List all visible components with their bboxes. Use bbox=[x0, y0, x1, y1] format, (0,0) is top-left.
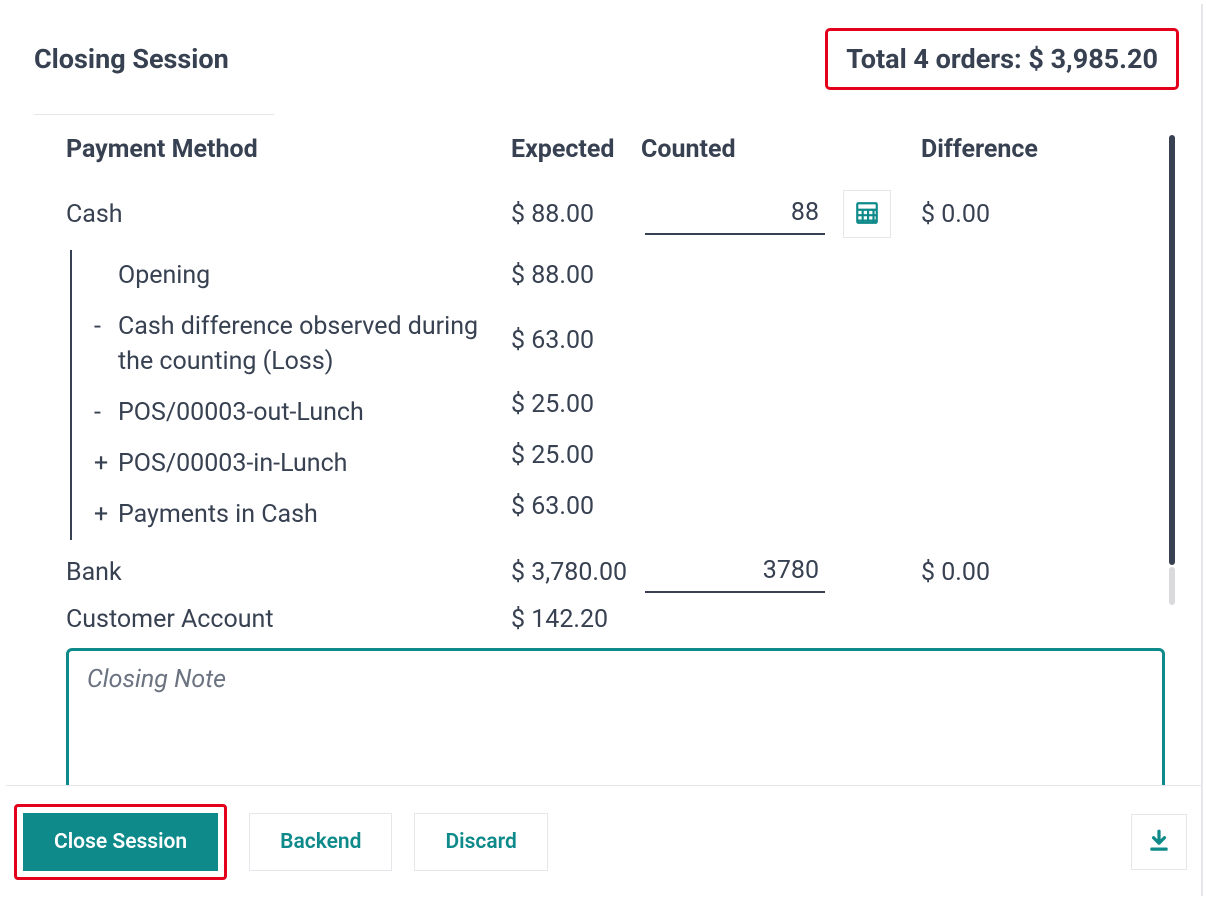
sub-out: - POS/00003-out-Lunch bbox=[94, 387, 511, 438]
modal-footer: Close Session Backend Discard bbox=[6, 785, 1201, 896]
row-cash-difference: $ 0.00 bbox=[921, 200, 1121, 229]
payments-table: Payment Method Expected Counted Differen… bbox=[66, 135, 1175, 634]
sub-out-value: $ 25.00 bbox=[511, 379, 641, 430]
calculator-icon bbox=[854, 200, 880, 229]
cash-sublist-values: $ 88.00 $ 63.00 $ 25.00 $ 25.00 $ 63.00 bbox=[511, 250, 641, 532]
sub-out-label: POS/00003-out-Lunch bbox=[118, 395, 364, 430]
sub-in-value: $ 25.00 bbox=[511, 430, 641, 481]
download-icon bbox=[1146, 828, 1172, 857]
close-session-highlight: Close Session bbox=[14, 804, 227, 880]
modal-title: Closing Session bbox=[34, 43, 229, 75]
scrollbar-thumb[interactable] bbox=[1169, 135, 1175, 565]
sub-in: + POS/00003-in-Lunch bbox=[94, 438, 511, 489]
col-header-expected: Expected bbox=[511, 135, 641, 178]
col-header-counted: Counted bbox=[641, 135, 921, 178]
close-session-button[interactable]: Close Session bbox=[23, 813, 218, 871]
sub-payments-label: Payments in Cash bbox=[118, 497, 318, 532]
sub-opening-label: Opening bbox=[118, 258, 210, 293]
sub-loss-label: Cash difference observed during the coun… bbox=[118, 309, 498, 379]
modal-body: Payment Method Expected Counted Differen… bbox=[6, 115, 1201, 785]
row-bank-expected: $ 3,780.00 bbox=[511, 558, 641, 587]
sub-loss: - Cash difference observed during the co… bbox=[94, 301, 511, 387]
col-header-method: Payment Method bbox=[66, 135, 511, 178]
backend-button[interactable]: Backend bbox=[249, 813, 392, 871]
closing-note-textarea[interactable] bbox=[69, 651, 1162, 785]
closing-session-modal: Closing Session Total 4 orders: $ 3,985.… bbox=[6, 4, 1203, 896]
cash-counted-input[interactable] bbox=[645, 194, 825, 235]
modal-header: Closing Session Total 4 orders: $ 3,985.… bbox=[6, 4, 1201, 114]
sub-in-label: POS/00003-in-Lunch bbox=[118, 446, 347, 481]
col-header-difference: Difference bbox=[921, 135, 1121, 178]
discard-button[interactable]: Discard bbox=[414, 813, 547, 871]
cash-sublist: Opening - Cash difference observed durin… bbox=[70, 250, 511, 540]
calculator-button[interactable] bbox=[843, 190, 891, 238]
row-bank-label: Bank bbox=[66, 558, 511, 587]
download-button[interactable] bbox=[1131, 814, 1187, 870]
sub-payments: + Payments in Cash bbox=[94, 489, 511, 540]
row-bank-difference: $ 0.00 bbox=[921, 558, 1121, 587]
row-cash-label: Cash bbox=[66, 200, 511, 229]
total-orders-box: Total 4 orders: $ 3,985.20 bbox=[825, 28, 1179, 90]
row-customer-label: Customer Account bbox=[66, 605, 511, 634]
row-bank-counted-cell bbox=[641, 552, 921, 593]
bank-counted-input[interactable] bbox=[645, 552, 825, 593]
sub-opening: Opening bbox=[94, 250, 511, 301]
scrollbar-track[interactable] bbox=[1169, 567, 1175, 605]
scroll-area: Payment Method Expected Counted Differen… bbox=[66, 135, 1175, 785]
closing-note-wrapper bbox=[66, 648, 1165, 785]
row-customer-expected: $ 142.20 bbox=[511, 605, 641, 634]
row-cash-expected: $ 88.00 bbox=[511, 200, 641, 229]
sub-payments-value: $ 63.00 bbox=[511, 481, 641, 532]
sub-loss-value: $ 63.00 bbox=[511, 301, 641, 379]
sub-opening-value: $ 88.00 bbox=[511, 250, 641, 301]
row-cash-counted-cell bbox=[641, 190, 921, 238]
